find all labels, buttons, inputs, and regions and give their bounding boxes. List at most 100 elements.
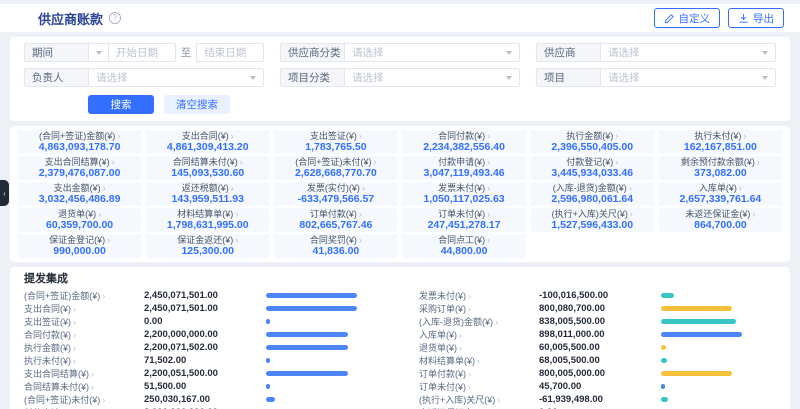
summary-row[interactable]: 退货单(¥) › 60,005,500.00: [419, 341, 776, 354]
summary-row[interactable]: 入库单(¥) › 898,011,000.00: [419, 328, 776, 341]
summary-row-bar-track: [661, 345, 776, 350]
customize-button[interactable]: 自定义: [654, 8, 721, 28]
end-date-input[interactable]: 结束日期: [196, 43, 264, 62]
metric-cell[interactable]: 合同奖罚(¥) › 41,836.00: [274, 234, 397, 258]
supplier-category-select[interactable]: 请选择: [344, 43, 520, 62]
metric-cell[interactable]: 发票未付(¥) › 1,050,117,025.63: [402, 182, 525, 206]
summary-row-label-text: 支出合同(¥): [24, 302, 71, 315]
metric-cell[interactable]: (合同+签证)金额(¥) › 4,863,093,178.70: [18, 130, 141, 154]
metric-cell[interactable]: (入库-退货)金额(¥) › 2,596,980,061.64: [531, 182, 654, 206]
metric-cell[interactable]: 支出合同(¥) › 4,861,309,413.20: [146, 130, 269, 154]
metric-cell[interactable]: (合同+签证)未付(¥) › 2,628,668,770.70: [274, 156, 397, 180]
metric-cell[interactable]: 支出签证(¥) › 1,783,765.50: [274, 130, 397, 154]
metric-cell[interactable]: 剩余预付款余额(¥) › 373,082.00: [659, 156, 782, 180]
summary-row[interactable]: (合同+签证)金额(¥) › 2,450,071,501.00: [24, 289, 381, 302]
filter-panel: 期间 开始日期 至 结束日期 供应商分类 请选择 供应商 请选择: [10, 37, 790, 121]
metric-label-text: 发票未付(¥): [438, 183, 485, 193]
summary-row[interactable]: 材料结算单(¥) › 68,005,500.00: [419, 354, 776, 367]
metric-cell[interactable]: 材料结算单(¥) › 1,798,631,995.00: [146, 208, 269, 232]
title-wrap: 供应商账款 ?: [38, 9, 121, 28]
chevron-right-icon: ›: [102, 291, 105, 301]
metric-cell[interactable]: 返还税额(¥) › 143,959,511.93: [146, 182, 269, 206]
metric-cell[interactable]: 保证金返还(¥) › 125,300.00: [146, 234, 269, 258]
chevron-right-icon: ›: [359, 235, 362, 245]
metric-cell[interactable]: 合同点工(¥) › 44,800.00: [402, 234, 525, 258]
metric-cell[interactable]: 未返还保证金(¥) › 864,700.00: [659, 208, 782, 232]
search-button[interactable]: 搜索: [88, 95, 154, 114]
summary-row[interactable]: 支出签证(¥) › 0.00: [24, 315, 381, 328]
owner-select[interactable]: 请选择: [88, 68, 264, 87]
metric-cell[interactable]: 付款登记(¥) › 3,445,934,033.46: [531, 156, 654, 180]
chevron-right-icon: ›: [117, 131, 120, 141]
export-button[interactable]: 导出: [728, 8, 784, 28]
metric-cell[interactable]: 发票(实付)(¥) › -633,479,566.57: [274, 182, 397, 206]
summary-row[interactable]: 执行未付(¥) › 71,502.00: [24, 354, 381, 367]
customize-label: 自定义: [679, 11, 711, 26]
chevron-right-icon: ›: [374, 157, 377, 167]
project-category-select[interactable]: 请选择: [344, 68, 520, 87]
metric-label: (执行+入库)关尺(¥) ›: [533, 209, 652, 219]
project-category-placeholder: 请选择: [352, 70, 384, 85]
metric-label-text: (合同+签证)金额(¥): [39, 131, 115, 141]
summary-row[interactable]: 支出合同(¥) › 2,450,071,501.00: [24, 302, 381, 315]
summary-row[interactable]: (执行+入库)关尺(¥) › -61,939,498.00: [419, 393, 776, 406]
chevron-right-icon: ›: [112, 157, 115, 167]
metric-cell[interactable]: 订单付款(¥) › 802,665,767.46: [274, 208, 397, 232]
summary-row[interactable]: 采购订单(¥) › 800,080,700.00: [419, 302, 776, 315]
chevron-right-icon: ›: [468, 291, 471, 301]
summary-row[interactable]: 发票未付(¥) › -100,016,500.00: [419, 289, 776, 302]
metric-cell[interactable]: 支出合同结算(¥) › 2,379,476,087.00: [18, 156, 141, 180]
metric-label: 订单未付(¥) ›: [404, 209, 523, 219]
sidebar-toggle[interactable]: ‹: [0, 180, 9, 206]
summary-row-value: 71,502.00: [144, 355, 266, 366]
summary-row-label-text: 订单付款(¥): [419, 367, 466, 380]
page-title: 供应商账款: [38, 9, 103, 28]
chevron-right-icon: ›: [615, 157, 618, 167]
summary-row-bar-track: [661, 332, 776, 337]
metric-value: 990,000.00: [20, 245, 139, 257]
summary-row[interactable]: 支出合同结算(¥) › 2,200,051,500.00: [24, 367, 381, 380]
metric-cell[interactable]: 合同付款(¥) › 2,234,382,556.40: [402, 130, 525, 154]
summary-row-label-text: 执行金额(¥): [24, 341, 71, 354]
metric-label-text: 合同结算未付(¥): [173, 157, 238, 167]
summary-row-bar-track: [661, 358, 776, 363]
supplier-select[interactable]: 请选择: [600, 43, 776, 62]
summary-row-value: 2,200,071,502.00: [144, 342, 266, 353]
filter-project: 项目 请选择: [536, 68, 776, 87]
metric-cell[interactable]: 合同结算未付(¥) › 145,093,530.60: [146, 156, 269, 180]
summary-row[interactable]: (合同+签证)未付(¥) › 250,030,167.00: [24, 393, 381, 406]
metric-cell[interactable]: 执行金额(¥) › 2,396,550,405.00: [531, 130, 654, 154]
metric-cell[interactable]: 保证金登记(¥) › 990,000.00: [18, 234, 141, 258]
summary-row-label-text: (入库-退货)金额(¥): [419, 315, 493, 328]
metric-cell[interactable]: 退货单(¥) › 60,359,700.00: [18, 208, 141, 232]
help-icon[interactable]: ?: [109, 12, 121, 24]
summary-row-label: 支出合同结算(¥) ›: [24, 367, 144, 380]
summary-row[interactable]: 订单未付(¥) › 45,700.00: [419, 380, 776, 393]
summary-row[interactable]: 合同付款(¥) › 2,200,000,000.00: [24, 328, 381, 341]
metric-label: 订单付款(¥) ›: [276, 209, 395, 219]
chevron-right-icon: ›: [468, 382, 471, 392]
metric-cell[interactable]: (执行+入库)关尺(¥) › 1,527,596,433.00: [531, 208, 654, 232]
metric-cell[interactable]: 付款申请(¥) › 3,047,119,493.46: [402, 156, 525, 180]
metric-label: (入库-退货)金额(¥) ›: [533, 183, 652, 193]
chevron-right-icon: ›: [103, 183, 106, 193]
supplier-placeholder: 请选择: [608, 45, 640, 60]
period-unit-select[interactable]: [88, 43, 108, 62]
start-date-input[interactable]: 开始日期: [108, 43, 176, 62]
metric-cell[interactable]: 支出金额(¥) › 3,032,456,486.89: [18, 182, 141, 206]
summary-row[interactable]: (入库-退货)金额(¥) › 838,005,500.00: [419, 315, 776, 328]
summary-row[interactable]: 执行金额(¥) › 2,200,071,502.00: [24, 341, 381, 354]
metric-cell[interactable]: 入库单(¥) › 2,657,339,761.64: [659, 182, 782, 206]
metric-cell[interactable]: 订单未付(¥) › 247,451,278.17: [402, 208, 525, 232]
metric-value: 145,093,530.60: [148, 167, 267, 179]
chevron-down-icon: [506, 76, 512, 80]
summary-row[interactable]: 订单付款(¥) › 800,005,000.00: [419, 367, 776, 380]
supplier-summary-card: 提发集成 (合同+签证)金额(¥) › 2,450,071,501.00 支出合…: [10, 267, 790, 409]
owner-placeholder: 请选择: [96, 70, 128, 85]
metric-label: 执行未付(¥) ›: [661, 131, 780, 141]
summary-row[interactable]: 合同结算未付(¥) › 51,500.00: [24, 380, 381, 393]
clear-search-button[interactable]: 清空搜索: [164, 95, 230, 114]
summary-row-label-text: 采购订单(¥): [419, 302, 466, 315]
project-select[interactable]: 请选择: [600, 68, 776, 87]
metric-cell[interactable]: 执行未付(¥) › 162,167,851.00: [659, 130, 782, 154]
